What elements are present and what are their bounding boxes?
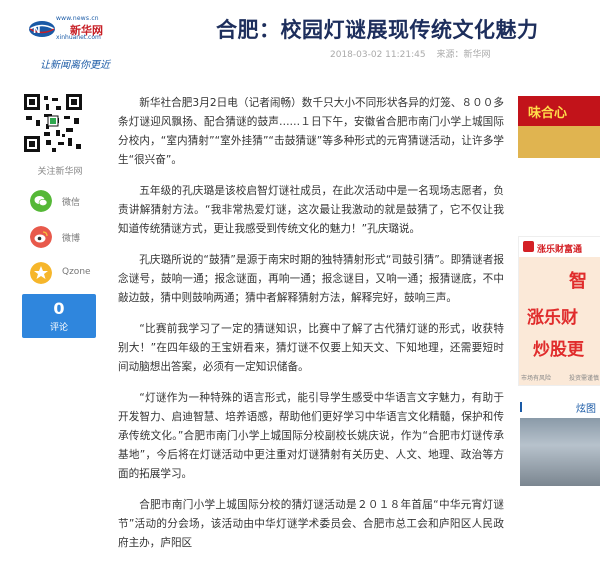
ad2-disclaimer-2: 投资需谨慎 — [569, 375, 600, 382]
photo-thumbnail[interactable] — [520, 418, 600, 486]
comment-button[interactable]: 0 评论 — [22, 294, 96, 338]
page-header: N www.news.cn 新华网 xinhuanet.com 让新闻离你更近 … — [0, 0, 600, 71]
publish-date: 2018-03-02 11:21:45 — [330, 50, 426, 60]
globe-icon: N — [29, 21, 55, 37]
ad-banner-top[interactable]: 味合心 — [518, 96, 600, 158]
follow-label: 关注新华网 — [37, 167, 83, 177]
article-paragraph: “比赛前我学习了一定的猜谜知识，比赛中了解了古代猜灯谜的形式，收获特别大！”在四… — [118, 323, 504, 373]
ad1-brand: 味合心 — [528, 106, 568, 121]
share-qzone-button[interactable]: Qzone — [22, 259, 98, 287]
article-body: 新华社合肥3月2日电（记者闹畅）数千只大小不同形状各异的灯笼、８００多条灯谜迎风… — [118, 94, 504, 565]
comment-count: 0 — [53, 299, 65, 318]
article-title: 合肥：校园灯谜展现传统文化魅力 — [216, 18, 539, 42]
logo-domain: xinhuanet.com — [56, 34, 101, 41]
logo-url: www.news.cn — [56, 15, 99, 22]
share-sidebar: 关注新华网 微信 微博 Qzone — [22, 92, 98, 287]
photo-section-label: 炫图 — [576, 404, 596, 415]
svg-text:N: N — [33, 26, 41, 36]
ad-banner-securities[interactable]: 涨乐财富通 智 涨乐财 炒股更 市场有风险 投资需谨慎 — [518, 236, 600, 386]
photo-section-header: 炫图 — [520, 398, 600, 415]
article-meta: 2018-03-02 11:21:45 来源：新华网 — [330, 47, 498, 60]
section-marker — [520, 402, 522, 412]
wechat-label: 微信 — [62, 198, 81, 208]
xinhuanet-logo[interactable]: N www.news.cn 新华网 xinhuanet.com 让新闻离你更近 — [18, 12, 110, 71]
wechat-icon — [30, 190, 52, 212]
article-paragraph: 五年级的孔庆璐是该校启智灯谜社成员，在此次活动中是一名现场志愿者，负责讲解猜射方… — [118, 185, 504, 235]
comment-label: 评论 — [49, 323, 68, 333]
ad1-product-image — [518, 126, 600, 158]
qzone-label: Qzone — [62, 267, 91, 277]
ad2-brand: 涨乐财富通 — [537, 245, 583, 255]
logo-slogan: 让新闻离你更近 — [40, 60, 110, 71]
ad2-headline-3: 炒股更 — [533, 340, 584, 360]
ad2-headline-1: 智 — [569, 271, 587, 292]
ad2-disclaimer-1: 市场有风险 — [521, 375, 552, 382]
ad2-headline-2: 涨乐财 — [527, 308, 578, 328]
article-paragraph: “灯谜作为一种特殊的语言形式，能引导学生感受中华语言文字魅力，有助于开发智力、启… — [118, 392, 504, 480]
ad2-header: 涨乐财富通 — [519, 237, 600, 257]
article-paragraph: 孔庆璐所说的“鼓猜”是源于南宋时期的独特猜射形式“司鼓引猜”。即猜谜者报念谜号，… — [118, 254, 504, 304]
article-paragraph: 合肥市南门小学上城国际分校的猜灯谜活动是２０１８年首届“中华元宵灯谜节”活动的分… — [118, 499, 504, 549]
ad2-body: 智 涨乐财 炒股更 市场有风险 投资需谨慎 — [519, 257, 600, 385]
brand-logo-icon — [523, 241, 534, 252]
qr-code-icon — [22, 92, 84, 154]
article-paragraph: 新华社合肥3月2日电（记者闹畅）数千只大小不同形状各异的灯笼、８００多条灯谜迎风… — [118, 97, 504, 166]
article-source: 来源：新华网 — [436, 50, 491, 60]
weibo-icon — [30, 226, 52, 248]
share-weibo-button[interactable]: 微博 — [22, 223, 98, 251]
weibo-label: 微博 — [62, 234, 81, 244]
share-wechat-button[interactable]: 微信 — [22, 187, 98, 215]
qzone-icon — [30, 262, 52, 284]
